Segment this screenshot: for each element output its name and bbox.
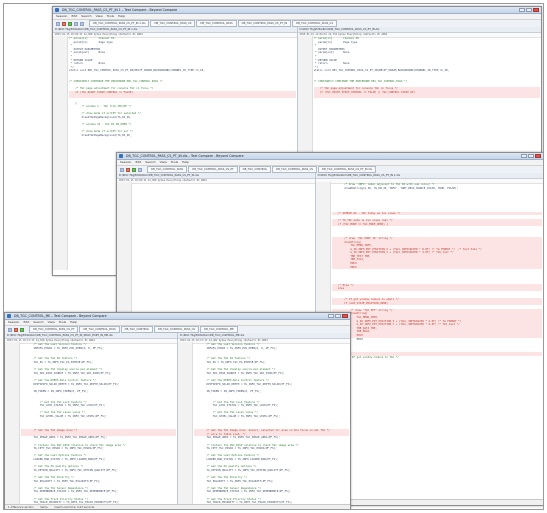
next-diff-icon[interactable] xyxy=(126,167,130,172)
screenshot-frame: DB_TGC_CONTROL_PASS_CS_PT_IN 1 – Text Co… xyxy=(3,3,544,510)
code-line[interactable]: drawITGCPageBackground(TG_PA_ID_ xyxy=(69,134,296,138)
close-icon[interactable] xyxy=(535,154,541,158)
window-titlebar: DB_TGC_CONTROL_ME – Text Compare - Beyon… xyxy=(5,313,350,320)
code-line[interactable]: /* Click IF got window reduce to TGC */ xyxy=(332,356,542,360)
next-diff-icon[interactable] xyxy=(62,21,66,26)
session-tab[interactable]: DB_TGC_CONTROL_PASS_CS_PT_IN 1.dis xyxy=(89,20,150,27)
maximize-icon[interactable] xyxy=(526,8,532,12)
status-compare-result: Same xyxy=(40,506,48,509)
window-title: DB_TGC_CONTROL_PASS_CS_PT_IN 1 – Text Co… xyxy=(62,8,178,12)
prev-diff-icon[interactable] xyxy=(68,21,72,26)
status-bar: 1 difference section Same Insert Load ti… xyxy=(5,504,350,509)
session-tab[interactable]: DB_TGC_CONTROL_ME xyxy=(200,326,238,333)
line-gutter xyxy=(178,342,193,505)
swap-icon[interactable] xyxy=(74,21,78,26)
code-line[interactable] xyxy=(314,98,541,102)
menu-view[interactable]: View xyxy=(48,320,55,325)
close-icon[interactable] xyxy=(342,314,348,318)
right-code[interactable]: /* Draw 'INFO' label adjacent to TGC PA … xyxy=(331,183,542,500)
right-pane[interactable]: D:\ROC Tbg\Edits\Rom\DB_TGC_CONTROL_ME.d… xyxy=(178,333,350,505)
app-icon xyxy=(55,8,59,12)
app-icon xyxy=(7,314,11,318)
session-tabs: DB_TGC_CONTROL_PASS_CS_PT_IN 1.dis DB_TG… xyxy=(89,20,337,27)
menu-view[interactable]: View xyxy=(160,160,167,165)
maximize-icon[interactable] xyxy=(335,314,341,318)
menu-edit[interactable]: Edit xyxy=(23,320,29,325)
minimize-icon[interactable] xyxy=(328,314,334,318)
session-tab[interactable]: DB_TGC_CONTROL_PASS xyxy=(147,166,188,173)
session-tab[interactable]: DB_TGC_CONTROL_PASS xyxy=(196,20,237,27)
left-file-info: 2015-01-15 10:26:31 12,958 bytes Everyth… xyxy=(117,179,315,184)
menu-session[interactable]: Session xyxy=(56,14,67,19)
sessions-icon[interactable] xyxy=(120,167,124,172)
window-titlebar: DB_TGC_CONTROL_PASS_CS_PT_IN 1 – Text Co… xyxy=(53,7,541,14)
session-tab[interactable]: DB_TGC_CONTROL_PASS_CS_PT xyxy=(29,326,79,333)
left-pane[interactable]: D:\ROC Tbg\Edits\Rom\DB_TGC_CONTROL_PASS… xyxy=(5,333,178,505)
compare-window-bottom: DB_TGC_CONTROL_ME – Text Compare - Beyon… xyxy=(4,312,351,509)
menu-edit[interactable]: Edit xyxy=(71,14,77,19)
prev-diff-icon[interactable] xyxy=(20,327,24,332)
left-code[interactable]: /* Get the Last Version feature */ INFOF… xyxy=(21,343,176,505)
session-tabs: DB_TGC_CONTROL_PASS_CS_PT DB_TGC_CONTROL… xyxy=(29,326,238,333)
menu-help[interactable]: Help xyxy=(70,320,77,325)
session-tab[interactable]: DB_TGC_CONTROL_PASS xyxy=(79,326,120,333)
line-gutter xyxy=(53,36,68,270)
sessions-icon[interactable] xyxy=(56,21,60,26)
status-load-time: Insert Load time: 0.03 seconds xyxy=(54,506,95,509)
session-tab[interactable]: DB_TGC_CONTROL_PASS_CS_PT_IN.dis xyxy=(318,166,376,173)
menu-view[interactable]: View xyxy=(96,14,103,19)
menu-help[interactable]: Help xyxy=(182,160,189,165)
right-code[interactable]: /* Get the Last Version feature */ INFOF… xyxy=(194,343,349,505)
line-gutter xyxy=(5,342,20,505)
menu-search[interactable]: Search xyxy=(145,160,155,165)
refresh-icon[interactable] xyxy=(80,21,84,26)
session-tab[interactable]: DB_TGC_CONTROL_PASS_CS_PT_IN xyxy=(237,20,292,27)
menu-tools[interactable]: Tools xyxy=(171,160,178,165)
window-titlebar: DB_TGC_CONTROL_PASS_CS_PT_IN.dis – Text … xyxy=(117,153,543,160)
menu-edit[interactable]: Edit xyxy=(135,160,141,165)
menu-tools[interactable]: Tools xyxy=(107,14,114,19)
close-icon[interactable] xyxy=(533,8,539,12)
session-tab[interactable]: DB_TGC_CONTROL_PASS_CS xyxy=(154,326,200,333)
session-tab[interactable]: DB_TGC_CONTROL_PASS_CS_PT xyxy=(188,166,238,173)
menu-help[interactable]: Help xyxy=(118,14,125,19)
next-diff-icon[interactable] xyxy=(14,327,18,332)
session-tab[interactable]: DB_TGC_CONTROL_PASS_CS xyxy=(292,20,337,27)
session-tab[interactable]: DB_TGC_CONTROL_PASS_CS xyxy=(272,166,318,173)
menu-search[interactable]: Search xyxy=(81,14,91,19)
menu-session[interactable]: Session xyxy=(8,320,19,325)
menu-search[interactable]: Search xyxy=(33,320,43,325)
session-tab[interactable]: DB_TGC_CONTROL_PASS_CS xyxy=(150,20,196,27)
maximize-icon[interactable] xyxy=(528,154,534,158)
status-diff-count: 1 difference section xyxy=(8,506,34,509)
compare-panes: D:\ROC Tbg\Edits\Rom\DB_TGC_CONTROL_PASS… xyxy=(5,333,350,505)
prev-diff-icon[interactable] xyxy=(132,167,136,172)
menu-tools[interactable]: Tools xyxy=(59,320,66,325)
session-tab[interactable]: DB_TGC_CONTROL xyxy=(120,326,154,333)
app-icon xyxy=(119,154,123,158)
session-tabs: DB_TGC_CONTROL_PASS DB_TGC_CONTROL_PASS_… xyxy=(147,166,376,173)
session-tab[interactable]: DB_TGC_CONTROL xyxy=(238,166,272,173)
swap-icon[interactable] xyxy=(138,167,142,172)
sessions-icon[interactable] xyxy=(8,327,12,332)
minimize-icon[interactable] xyxy=(519,8,525,12)
window-title: DB_TGC_CONTROL_ME – Text Compare - Beyon… xyxy=(14,314,107,318)
menu-session[interactable]: Session xyxy=(120,160,131,165)
minimize-icon[interactable] xyxy=(521,154,527,158)
window-title: DB_TGC_CONTROL_PASS_CS_PT_IN.dis – Text … xyxy=(126,154,244,158)
